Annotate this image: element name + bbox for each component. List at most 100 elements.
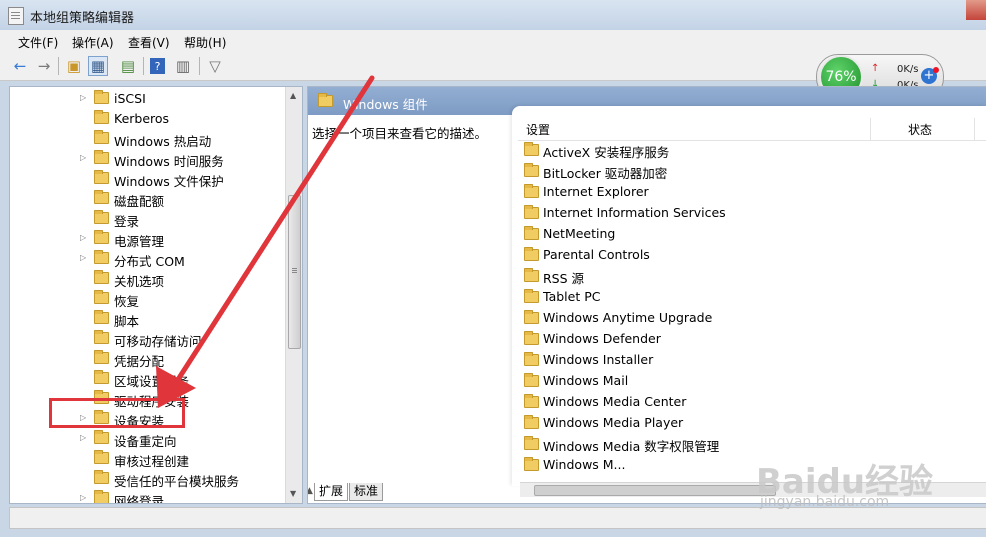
list-item[interactable]: RSS 源 [524,266,964,287]
tree-item[interactable]: 可移动存储访问 [10,329,286,349]
list-item-label: Windows Defender [543,331,661,346]
baidu-watermark-url: jingyan.baidu.com [760,494,890,510]
list-item-label: Windows Installer [543,352,654,367]
folder-icon [94,310,109,324]
folder-icon [94,210,109,224]
tree-item[interactable]: Kerberos [10,109,286,129]
folder-icon [524,310,539,324]
list-item[interactable]: Windows Mail [524,371,964,392]
tree-item[interactable]: ▷ Windows 时间服务 [10,149,286,169]
close-button[interactable] [966,0,986,20]
tree-item[interactable]: ▷ 电源管理 [10,229,286,249]
expand-arrow-icon[interactable]: ▷ [80,493,86,502]
show-tree-icon[interactable]: ▦ [88,56,108,76]
tree-item[interactable]: ▷ 分布式 COM [10,249,286,269]
column-header: 设置 状态 [518,118,986,141]
up-folder-icon[interactable]: ▣ [64,56,84,76]
tree-item[interactable]: Windows 热启动 [10,129,286,149]
tab-standard[interactable]: 标准 [349,483,384,501]
list-item[interactable]: Windows Anytime Upgrade [524,308,964,329]
export-list-icon[interactable]: ▤ [118,56,138,76]
menu-view[interactable]: 查看(V) [128,34,170,51]
tree-item[interactable]: 脚本 [10,309,286,329]
folder-icon [524,457,539,471]
back-arrow-icon[interactable]: ← [10,56,30,76]
tree-item-label: 审核过程创建 [114,454,190,469]
expand-arrow-icon[interactable]: ▷ [80,93,86,102]
list-item[interactable]: Parental Controls [524,245,964,266]
list-item[interactable]: Windows Defender [524,329,964,350]
tree-item[interactable]: 磁盘配额 [10,189,286,209]
scroll-down-icon[interactable]: ▼ [290,489,296,498]
tree-item[interactable]: 恢复 [10,289,286,309]
tree-item[interactable]: 登录 [10,209,286,229]
description-text: 选择一个项目来查看它的描述。 [312,126,488,141]
folder-icon [524,247,539,261]
menu-file[interactable]: 文件(F) [18,34,58,51]
tree-item-label: 可移动存储访问 [114,334,202,349]
properties-icon[interactable]: ▥ [173,56,193,76]
tree-item[interactable]: ▷ 网络登录 [10,489,286,503]
tree-item[interactable]: 凭据分配 [10,349,286,369]
folder-icon [94,230,109,244]
tree-scrollbar[interactable]: ▲ ▼ [285,87,302,503]
folder-icon [524,373,539,387]
details-pane: Windows 组件 选择一个项目来查看它的描述。 设置 状态 ActiveX … [307,86,986,504]
list-item[interactable]: Windows Installer [524,350,964,371]
filter-icon[interactable]: ▽ [205,56,225,76]
list-item[interactable]: Windows Media Center [524,392,964,413]
help-icon[interactable]: ? [150,58,165,74]
list-item[interactable]: NetMeeting [524,224,964,245]
list-item[interactable]: Internet Explorer [524,182,964,203]
toolbar-separator [143,57,144,75]
folder-icon [94,90,109,104]
tree-item[interactable]: 受信任的平台模块服务 [10,469,286,489]
tab-scroll-icon[interactable]: ▲ [308,486,313,496]
expand-arrow-icon[interactable]: ▷ [80,153,86,162]
tree-item-label: Windows 时间服务 [114,154,224,169]
status-bar [9,507,986,529]
list-item[interactable]: Internet Information Services [524,203,964,224]
menu-bar: 文件(F) 操作(A) 查看(V) 帮助(H) [0,30,986,53]
folder-icon [524,289,539,303]
scroll-up-icon[interactable]: ▲ [290,91,296,100]
tree-item[interactable]: 关机选项 [10,269,286,289]
column-setting[interactable]: 设置 [526,121,550,138]
menu-help[interactable]: 帮助(H) [184,34,226,51]
tree-item-label: 恢复 [114,294,140,309]
expand-arrow-icon[interactable]: ▷ [80,253,86,262]
list-item[interactable]: Windows Media 数字权限管理 [524,434,964,455]
tree-item[interactable]: Windows 文件保护 [10,169,286,189]
annotation-highlight-box [49,398,185,428]
folder-icon [524,184,539,198]
folder-icon [524,163,539,177]
window-title: 本地组策略编辑器 [30,11,135,26]
settings-list[interactable]: 设置 状态 ActiveX 安装程序服务 BitLocker 驱动器加密 Inter… [512,106,986,497]
expand-arrow-icon[interactable]: ▷ [80,433,86,442]
folder-icon [94,170,109,184]
folder-icon [524,268,539,282]
list-item[interactable]: Tablet PC [524,287,964,308]
list-item[interactable]: Windows Media Player [524,413,964,434]
tab-extended[interactable]: 扩展 [314,483,349,501]
tree-item-label: 电源管理 [114,234,165,249]
menu-action[interactable]: 操作(A) [72,34,114,51]
expand-arrow-icon[interactable]: ▷ [80,233,86,242]
tree-item[interactable]: ▷ iSCSI [10,89,286,109]
tree-item[interactable]: ▷ 设备重定向 [10,429,286,449]
tree-item[interactable]: 审核过程创建 [10,449,286,469]
tree-item-label: Windows 热启动 [114,134,212,149]
list-item[interactable]: BitLocker 驱动器加密 [524,161,964,182]
list-item-label: Windows Media 数字权限管理 [543,439,720,454]
folder-icon [94,130,109,144]
tree-pane[interactable]: ▷ iSCSI Kerberos Windows 热启动 ▷ Windows 时间服务 Wi… [9,86,303,504]
scroll-thumb[interactable] [288,195,301,349]
forward-arrow-icon[interactable]: → [34,56,54,76]
column-state[interactable]: 状态 [908,121,932,138]
tree-item-label: 区域设置服务 [114,374,190,389]
tree-item[interactable]: 区域设置服务 [10,369,286,389]
list-item-label: Windows Media Player [543,415,684,430]
upload-arrow-icon: ↑ [871,63,880,74]
list-item-label: Windows M... [543,457,626,472]
list-item[interactable]: ActiveX 安装程序服务 [524,140,964,161]
